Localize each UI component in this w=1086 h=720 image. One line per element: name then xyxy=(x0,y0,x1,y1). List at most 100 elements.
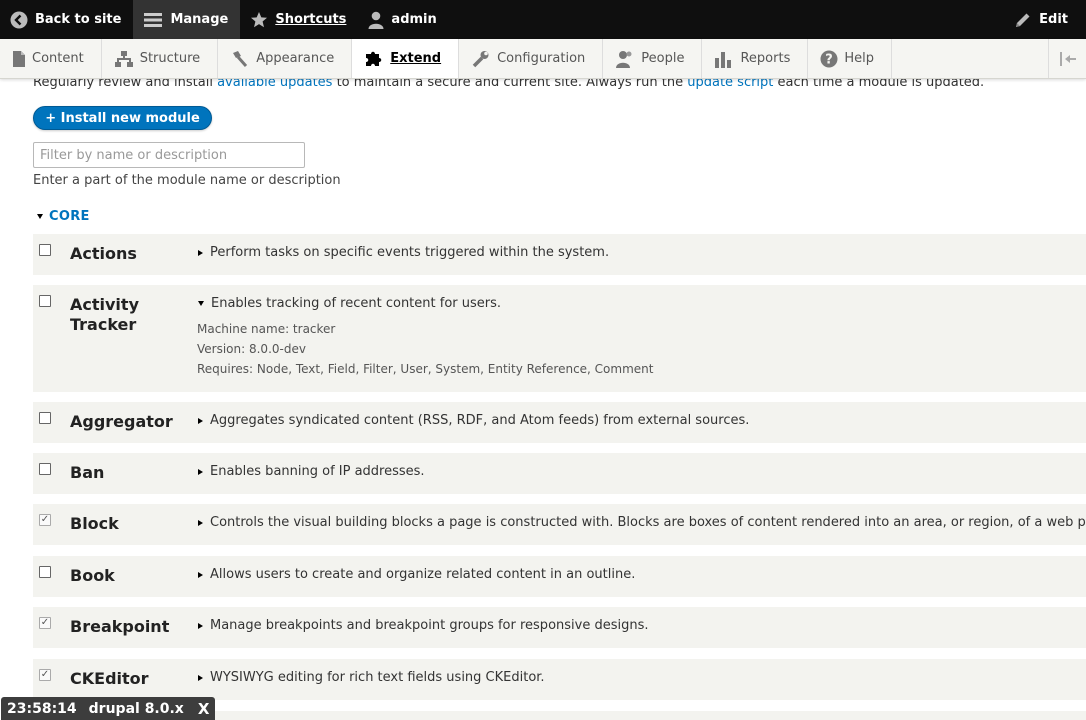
module-description-toggle[interactable]: Manage breakpoints and breakpoint groups… xyxy=(198,618,649,633)
chevron-down-icon xyxy=(198,301,204,306)
module-name: CKEditor xyxy=(70,669,149,688)
chevron-right-icon xyxy=(198,468,203,475)
module-name: Actions xyxy=(70,244,137,263)
tray-item-structure[interactable]: Structure xyxy=(102,39,219,78)
file-icon xyxy=(13,50,25,67)
tray-item-content[interactable]: Content xyxy=(0,39,102,78)
collapse-left-icon xyxy=(1059,51,1076,66)
svg-text:?: ? xyxy=(826,52,834,67)
manage-tab[interactable]: Manage xyxy=(133,0,241,39)
module-description-toggle[interactable]: Perform tasks on specific events trigger… xyxy=(198,245,609,260)
tray-label-people: People xyxy=(641,51,685,66)
module-description: Aggregates syndicated content (RSS, RDF,… xyxy=(210,413,750,428)
tray-label-reports: Reports xyxy=(740,51,791,66)
module-row-ckeditor: ✓ CKEditor WYSIWYG editing for rich text… xyxy=(33,659,1086,700)
module-name: Aggregator xyxy=(70,412,173,431)
tray-item-configuration[interactable]: Configuration xyxy=(459,39,604,78)
chevron-right-icon xyxy=(198,249,203,256)
tray-label-configuration: Configuration xyxy=(497,51,586,66)
module-description: Enables tracking of recent content for u… xyxy=(211,296,502,311)
module-name: Book xyxy=(70,566,115,585)
chevron-down-icon xyxy=(37,214,43,219)
tray-item-reports[interactable]: Reports xyxy=(702,39,809,78)
help-icon: ? xyxy=(820,50,838,67)
menu-icon xyxy=(144,12,163,27)
module-description: Allows users to create and organize rela… xyxy=(210,567,636,582)
module-filter-input[interactable] xyxy=(33,142,305,168)
module-checkbox-ckeditor[interactable]: ✓ xyxy=(39,669,51,681)
admin-tray: Content Structure Appearance Extend Conf… xyxy=(0,39,1086,79)
bar-chart-icon xyxy=(715,51,732,68)
chevron-right-icon xyxy=(198,622,203,629)
module-description: Controls the visual building blocks a pa… xyxy=(210,515,1086,530)
back-to-site-link[interactable]: Back to site xyxy=(0,0,133,39)
tray-label-content: Content xyxy=(32,51,84,66)
tray-item-help[interactable]: ? Help xyxy=(808,39,892,78)
user-label: admin xyxy=(391,12,437,27)
module-checkbox-block[interactable]: ✓ xyxy=(39,514,51,526)
wrench-icon xyxy=(472,50,489,67)
tray-label-help: Help xyxy=(844,51,874,66)
people-icon xyxy=(616,50,632,68)
manage-label: Manage xyxy=(170,12,229,27)
admin-toolbar: Back to site Manage Shortcuts admin Edit xyxy=(0,0,1086,39)
module-version: Version: 8.0.0-dev xyxy=(197,342,306,356)
module-name: Ban xyxy=(70,463,105,482)
badge-close-button[interactable]: X xyxy=(198,700,210,718)
filter-description: Enter a part of the module name or descr… xyxy=(33,173,341,188)
module-checkbox-activity-tracker[interactable] xyxy=(39,295,51,307)
tray-label-appearance: Appearance xyxy=(256,51,335,66)
install-new-module-button[interactable]: + Install new module xyxy=(33,106,212,130)
tray-item-extend[interactable]: Extend xyxy=(352,39,460,78)
tray-label-structure: Structure xyxy=(139,51,201,66)
user-icon xyxy=(368,11,384,29)
module-machine-name: Machine name: tracker xyxy=(197,322,336,336)
module-description-toggle[interactable]: Enables tracking of recent content for u… xyxy=(198,296,501,311)
edit-button[interactable]: Edit xyxy=(1004,0,1086,39)
structure-icon xyxy=(114,50,133,67)
module-description-toggle[interactable]: Allows users to create and organize rela… xyxy=(198,567,635,582)
module-description-toggle[interactable]: WYSIWYG editing for rich text fields usi… xyxy=(198,670,545,685)
module-row-book: Book Allows users to create and organize… xyxy=(33,556,1086,597)
back-arrow-icon xyxy=(10,11,28,28)
shortcuts-tab[interactable]: Shortcuts xyxy=(240,0,358,39)
tray-item-people[interactable]: People xyxy=(603,39,703,78)
tray-label-extend: Extend xyxy=(390,51,442,66)
module-description-toggle[interactable]: Aggregates syndicated content (RSS, RDF,… xyxy=(198,413,749,428)
back-to-site-label: Back to site xyxy=(35,12,122,27)
star-icon xyxy=(251,11,268,27)
module-row-aggregator: Aggregator Aggregates syndicated content… xyxy=(33,402,1086,443)
badge-label: drupal 8.0.x xyxy=(88,700,184,717)
tray-item-appearance[interactable]: Appearance xyxy=(218,39,353,78)
module-name: Breakpoint xyxy=(70,617,170,636)
module-name: Block xyxy=(70,514,119,533)
module-row-activity-tracker: Activity Tracker Enables tracking of rec… xyxy=(33,285,1086,392)
module-checkbox-actions[interactable] xyxy=(39,244,51,256)
module-row-breakpoint: ✓ Breakpoint Manage breakpoints and brea… xyxy=(33,607,1086,648)
chevron-right-icon xyxy=(198,417,203,424)
paintbrush-icon xyxy=(233,50,248,67)
module-name: Activity Tracker xyxy=(70,295,139,334)
edit-label: Edit xyxy=(1039,12,1068,27)
user-tab[interactable]: admin xyxy=(358,0,448,39)
module-description-toggle[interactable]: Enables banning of IP addresses. xyxy=(198,464,425,479)
module-row-ban: Ban Enables banning of IP addresses. xyxy=(33,453,1086,494)
module-checkbox-ban[interactable] xyxy=(39,463,51,475)
chevron-right-icon xyxy=(198,674,203,681)
puzzle-icon xyxy=(366,51,382,66)
session-badge: 23:58:14 drupal 8.0.x X xyxy=(1,697,216,720)
module-description: Manage breakpoints and breakpoint groups… xyxy=(210,618,649,633)
core-section-toggle[interactable]: CORE xyxy=(37,209,90,224)
section-title: CORE xyxy=(49,209,90,224)
module-description: Perform tasks on specific events trigger… xyxy=(210,245,610,260)
module-row-actions: Actions Perform tasks on specific events… xyxy=(33,234,1086,275)
shortcuts-label: Shortcuts xyxy=(275,12,347,27)
module-description: WYSIWYG editing for rich text fields usi… xyxy=(210,670,545,685)
tray-collapse-button[interactable] xyxy=(1048,39,1086,78)
module-checkbox-breakpoint[interactable]: ✓ xyxy=(39,617,51,629)
pencil-icon xyxy=(1016,13,1030,27)
module-requires: Requires: Node, Text, Field, Filter, Use… xyxy=(197,362,654,376)
module-checkbox-aggregator[interactable] xyxy=(39,412,51,424)
module-description-toggle[interactable]: Controls the visual building blocks a pa… xyxy=(198,515,1086,530)
module-checkbox-book[interactable] xyxy=(39,566,51,578)
